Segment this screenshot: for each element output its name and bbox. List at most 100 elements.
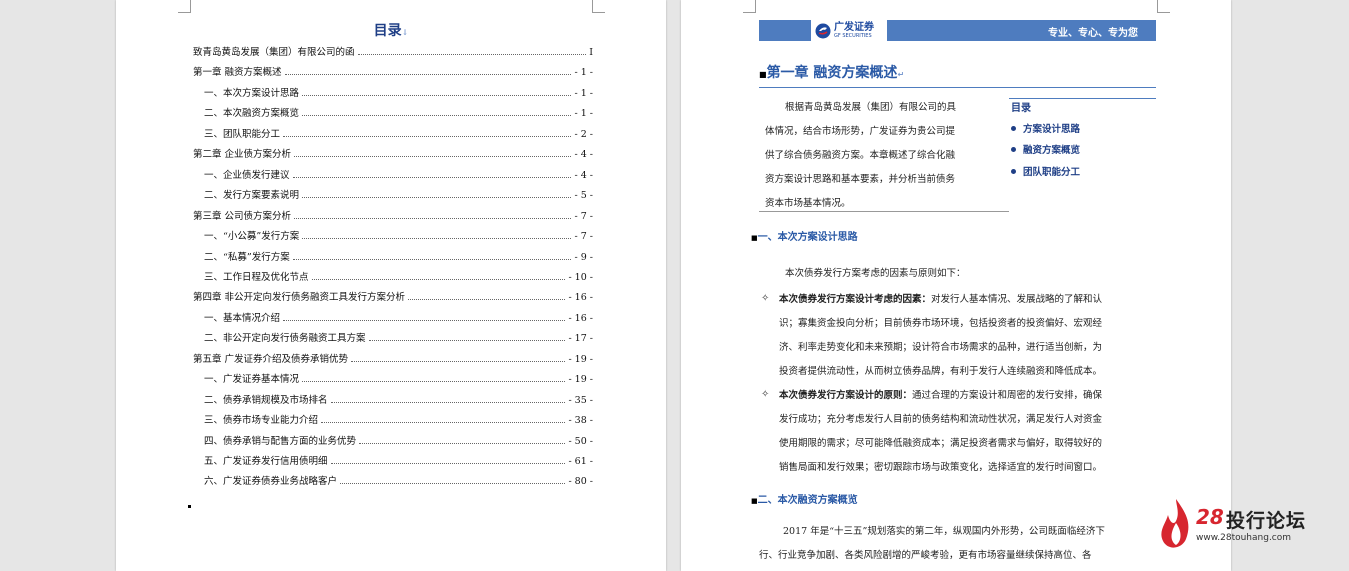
toc-entry-page: - 7 -: [574, 210, 593, 222]
toc-leader-dots: [302, 238, 572, 240]
toc-entry-page: - 19 -: [568, 374, 593, 386]
toc-entry[interactable]: 三、团队职能分工 - 2 -: [204, 120, 593, 140]
toc-entry-title: 第三章 公司债方案分析: [193, 210, 292, 222]
bullet-text: 识；寡集资金投向分析；目前债券市场环境，包括投资者的投资偏好、宏观经: [779, 318, 1103, 329]
toc-entry-page: - 4 -: [574, 149, 593, 161]
bullet-dot-icon: [1011, 125, 1016, 131]
toc-leader-dots: [284, 74, 572, 76]
toc-entry-page: - 9 -: [574, 251, 593, 263]
toc-entry-page: - 61 -: [568, 456, 593, 467]
bullet-paragraph: 本次债券发行方案设计考虑的因素：对发行人基本情况、发展战略的了解和认识；寡集资金…: [779, 288, 1159, 384]
toc-entry[interactable]: 六、广发证券债券业务战略客户 - 80 -: [204, 467, 593, 487]
toc-title: 目录↓: [373, 23, 409, 39]
toc-entry-title: 一、企业债发行建议: [204, 169, 290, 181]
bullet-dot-icon: [1011, 146, 1016, 152]
toc-entry[interactable]: 一、“小公募”发行方案 - 7 -: [204, 222, 593, 242]
toc-entry[interactable]: 第五章 广发证券介绍及债券承销优势 - 19 -: [193, 345, 593, 365]
toc-leader-dots: [321, 422, 566, 424]
toc-leader-dots: [294, 217, 572, 219]
chapter-title: ■第一章 融资方案概述↵: [759, 65, 905, 81]
toc-leader-dots: [330, 463, 566, 464]
toc-entry-page: - 50 -: [568, 435, 593, 447]
bullet-line: 本次债券发行方案设计考虑的因素：对发行人基本情况、发展战略的了解和认: [779, 288, 1159, 312]
section-body: 2017 年是“十三五”规划落实的第二年，纵观国内外形势，公司既面临经济下 行、…: [759, 520, 1159, 568]
bullet-lead: 本次债券发行方案设计的原则：: [779, 390, 913, 401]
intro-line: 根据青岛黄岛发展（集团）有限公司的具: [785, 102, 957, 113]
bullet-line: 使用期限的需求；尽可能降低融资成本；满足投资者需求与偏好，取得较好的: [779, 432, 1159, 456]
toc-entry-page: - 1 -: [574, 87, 593, 99]
document-page-left: 目录↓ 致青岛黄岛发展（集团）有限公司的函 I 第一章 融资方案概述 - 1 - 一、本…: [116, 0, 666, 571]
toc-entry-page: I: [589, 47, 593, 58]
mini-toc-item: 融资方案概览: [1011, 142, 1080, 156]
watermark-url: www.28touhang.com: [1196, 533, 1292, 543]
toc-leader-dots: [302, 115, 572, 117]
paragraph-bullet: [188, 505, 191, 508]
toc-leader-dots: [330, 401, 566, 403]
toc-entry[interactable]: 第一章 融资方案概述 - 1 -: [193, 58, 593, 78]
diamond-bullet-icon: ✧: [761, 293, 770, 304]
toc-leader-dots: [357, 54, 587, 55]
margin-corner-mark: [592, 0, 605, 13]
toc-entry-title: 六、广发证券债券业务战略客户: [204, 476, 338, 488]
toc-entry[interactable]: 二、发行方案要素说明 - 5 -: [204, 181, 593, 201]
body-line: 2017 年是“十三五”规划落实的第二年，纵观国内外形势，公司既面临经济下: [783, 526, 1105, 537]
toc-leader-dots: [359, 442, 566, 444]
company-logo: 广发证券 GF SECURITIES: [811, 20, 887, 41]
intro-line: 体情况，结合市场形势，广发证券为贵公司提: [765, 126, 956, 137]
bullet-lead: 本次债券发行方案设计考虑的因素：: [779, 294, 932, 305]
mini-toc-rule: [1009, 98, 1156, 99]
toc-entry-page: - 4 -: [574, 169, 593, 181]
toc-entry[interactable]: 四、债券承销与配售方面的业务优势 - 50 -: [204, 427, 593, 447]
intro-line: 资方案设计思路和基本要素，并分析当前债务: [765, 174, 956, 185]
body-line: 行、行业竞争加剧、各类风险剧增的严峻考验，更有市场容量继续保持高位、各: [759, 550, 1092, 561]
toc-leader-dots: [340, 483, 566, 485]
toc-entry-page: - 38 -: [568, 415, 593, 427]
toc-entry-title: 二、“私募”发行方案: [204, 251, 290, 263]
logo-text-en: GF SECURITIES: [834, 32, 872, 39]
toc-entry[interactable]: 一、广发证券基本情况 - 19 -: [204, 365, 593, 385]
toc-entry[interactable]: 一、企业债发行建议 - 4 -: [204, 161, 593, 181]
diamond-bullet-icon: ✧: [761, 389, 770, 400]
logo-text-cn: 广发证券: [834, 21, 874, 33]
toc-entry[interactable]: 一、基本情况介绍 - 16 -: [204, 304, 593, 324]
bullet-line: 识；寡集资金投向分析；目前债券市场环境，包括投资者的投资偏好、宏观经: [779, 312, 1159, 336]
toc-entry[interactable]: 二、“私募”发行方案 - 9 -: [204, 243, 593, 263]
intro-line: 供了综合债务融资方案。本章概述了综合化融: [765, 150, 956, 161]
toc-entry[interactable]: 二、债券承销规模及市场排名 - 35 -: [204, 386, 593, 406]
chapter-rule: [759, 87, 1156, 88]
toc-entry-title: 二、本次融资方案概览: [204, 108, 300, 120]
toc-leader-dots: [283, 319, 566, 321]
toc-leader-dots: [283, 135, 572, 137]
toc-entry-title: 二、债券承销规模及市场排名: [204, 394, 328, 406]
toc-entry-page: - 16 -: [568, 312, 593, 324]
margin-corner-mark: [743, 0, 756, 13]
bullet-line: 投资者提供流动性，从而树立债券品牌，有利于发行人连续融资和降低成本。: [779, 360, 1159, 384]
toc-entry[interactable]: 第三章 公司债方案分析 - 7 -: [193, 202, 593, 222]
forum-watermark: 28 投行论坛 www.28touhang.com: [1156, 497, 1346, 557]
mini-toc-item: 团队职能分工: [1011, 164, 1080, 178]
toc-entry[interactable]: 二、非公开定向发行债务融资工具方案 - 17 -: [204, 324, 593, 344]
toc-entry[interactable]: 五、广发证券发行信用债明细 - 61 -: [204, 447, 593, 467]
toc-entry-title: 致青岛黄岛发展（集团）有限公司的函: [193, 47, 355, 58]
toc-entry[interactable]: 致青岛黄岛发展（集团）有限公司的函 I: [193, 38, 593, 58]
toc-entry-title: 五、广发证券发行信用债明细: [204, 456, 328, 467]
toc-entry-page: - 19 -: [568, 353, 593, 365]
toc-entry-page: - 1 -: [574, 108, 593, 120]
toc-entry-page: - 16 -: [568, 292, 593, 304]
bullet-text: 通过合理的方案设计和周密的发行安排，确保: [912, 390, 1103, 401]
section-lead: 本次债券发行方案考虑的因素与原则如下：: [785, 268, 966, 279]
toc-leader-dots: [292, 258, 572, 260]
toc-entry[interactable]: 三、债券市场专业能力介绍 - 38 -: [204, 406, 593, 426]
bullet-line: 济、利率走势变化和未来预期；设计符合市场需求的品种，进行适当创新，为: [779, 336, 1159, 360]
toc-entry[interactable]: 第二章 企业债方案分析 - 4 -: [193, 140, 593, 160]
chapter-intro: 根据青岛黄岛发展（集团）有限公司的具 体情况，结合市场形势，广发证券为贵公司提 …: [765, 96, 997, 216]
toc-entry-title: 一、基本情况介绍: [204, 312, 281, 324]
watermark-number: 28: [1196, 505, 1224, 529]
toc-entry-page: - 5 -: [574, 190, 593, 202]
bullet-text: 济、利率走势变化和未来预期；设计符合市场需求的品种，进行适当创新，为: [779, 342, 1103, 353]
toc-entry[interactable]: 三、工作日程及优化节点 - 10 -: [204, 263, 593, 283]
toc-entry[interactable]: 第四章 非公开定向发行债务融资工具发行方案分析 - 16 -: [193, 283, 593, 303]
toc-entry-page: - 35 -: [568, 394, 593, 406]
toc-entry[interactable]: 一、本次方案设计思路 - 1 -: [204, 79, 593, 99]
toc-entry[interactable]: 二、本次融资方案概览 - 1 -: [204, 99, 593, 119]
